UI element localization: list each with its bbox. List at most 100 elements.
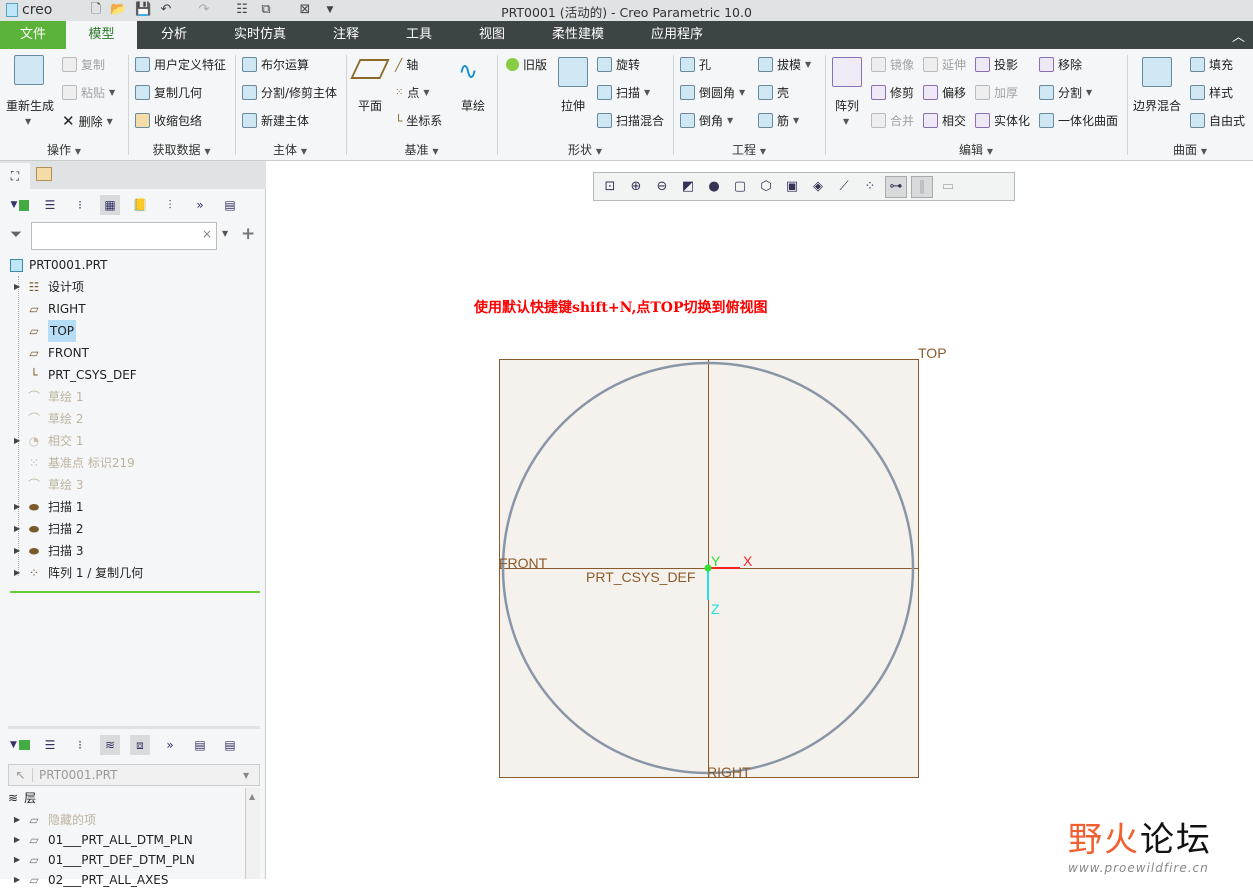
folder-browser-tab[interactable] <box>36 167 52 181</box>
shell-button[interactable]: 壳 <box>758 84 789 101</box>
udf-button[interactable]: 用户定义特征 <box>135 56 226 73</box>
collapse-all-icon[interactable]: ⁝ <box>70 195 90 215</box>
tree-root[interactable]: PRT0001.PRT <box>10 254 107 276</box>
tree-settings-icon[interactable]: 📒 <box>130 195 150 215</box>
tree-item[interactable]: ▶ ⬬ 扫描 1 <box>14 496 83 518</box>
more-icon[interactable]: » <box>190 195 210 215</box>
offset-button[interactable]: 偏移 <box>923 84 966 101</box>
sweep-button[interactable]: 扫描 ▼ <box>597 84 650 101</box>
tab-file[interactable]: 文件 <box>0 21 66 49</box>
tab-model[interactable]: 模型 <box>66 21 137 49</box>
expand-icon[interactable]: ▶ <box>14 496 20 518</box>
clear-icon[interactable]: × <box>202 227 212 241</box>
regenerate-button[interactable]: 重新生成 <box>6 97 54 114</box>
round-button[interactable]: 倒圆角 ▼ <box>680 84 745 101</box>
tree-item[interactable]: ▶ ⬬ 扫描 3 <box>14 540 83 562</box>
tree-item[interactable]: └ PRT_CSYS_DEF <box>14 364 136 386</box>
layer-root[interactable]: ≋ 层 <box>8 787 36 809</box>
style-button[interactable]: 样式 <box>1190 84 1233 101</box>
tree-item[interactable]: ▶ ☷ 设计项 <box>14 276 84 298</box>
insert-here-marker[interactable] <box>10 591 260 593</box>
delete-button[interactable]: ✕ 删除 ▼ <box>62 112 113 130</box>
group-label-editing[interactable]: 编辑 ▼ <box>825 141 1127 158</box>
plane-button[interactable]: 平面 <box>358 97 382 114</box>
split-button[interactable]: 分割 ▼ <box>1039 84 1092 101</box>
show-menu-icon[interactable]: ▼ <box>10 195 30 215</box>
point-button[interactable]: ⁙ 点 ▼ <box>395 84 430 101</box>
tree-item[interactable]: ⌒ 草绘 2 <box>14 408 83 430</box>
tree-item[interactable]: ▶ ⁘ 阵列 1 / 复制几何 <box>14 562 143 584</box>
splitter[interactable] <box>8 726 260 729</box>
revolve-button[interactable]: 旋转 <box>597 56 640 73</box>
legacy-button[interactable]: 旧版 <box>506 56 547 73</box>
csys-button[interactable]: └ 坐标系 <box>395 112 442 129</box>
mirror-button[interactable]: 镜像 <box>871 56 914 73</box>
copy-button[interactable]: 复制 <box>62 56 105 73</box>
boundary-blend-button[interactable]: 边界混合 <box>1133 97 1181 114</box>
layer-props-icon[interactable]: ⧈ <box>130 735 150 755</box>
tree-search-input[interactable] <box>31 222 217 250</box>
tree-item[interactable]: ⌒ 草绘 3 <box>14 474 83 496</box>
fill-button[interactable]: 填充 <box>1190 56 1233 73</box>
scrollbar[interactable]: ▲ <box>245 788 260 879</box>
graphics-area[interactable]: TOP FRONT RIGHT PRT_CSYS_DEF X Y Z <box>268 161 1253 879</box>
group-label-surfaces[interactable]: 曲面 ▼ <box>1127 141 1253 158</box>
chevron-down-icon[interactable]: ▼ <box>222 229 228 238</box>
sketch-button[interactable]: 草绘 <box>461 97 485 114</box>
intersect-button[interactable]: 相交 <box>923 112 966 129</box>
collapse-all-icon[interactable]: ⁝ <box>70 735 90 755</box>
trim-button[interactable]: 修剪 <box>871 84 914 101</box>
freestyle-button[interactable]: 自由式 <box>1190 112 1245 129</box>
layer-item[interactable]: ▶ ▱ 隐藏的项 <box>14 809 96 831</box>
chevron-down-icon[interactable]: ▼ <box>25 117 31 126</box>
collapse-ribbon-icon[interactable]: ︿ <box>1232 26 1245 45</box>
layer-item[interactable]: ▶ ▱ 02___PRT_ALL_AXES <box>14 869 169 891</box>
properties-icon[interactable]: ▤ <box>220 735 240 755</box>
add-icon[interactable]: + <box>241 224 255 244</box>
tree-item[interactable]: ▱ FRONT <box>14 342 89 364</box>
group-label-operations[interactable]: 操作 ▼ <box>0 141 128 158</box>
tab-flexible-modeling[interactable]: 柔性建模 <box>540 21 616 49</box>
group-label-get-data[interactable]: 获取数据 ▼ <box>128 141 235 158</box>
layer-visibility-icon[interactable]: ≋ <box>100 735 120 755</box>
pattern-button[interactable]: 阵列 <box>835 97 859 114</box>
hole-button[interactable]: 孔 <box>680 56 711 73</box>
expand-icon[interactable]: ▶ <box>14 869 20 891</box>
tab-annotate[interactable]: 注释 <box>320 21 372 49</box>
tree-item[interactable]: ▶ ◔ 相交 1 <box>14 430 83 452</box>
expand-icon[interactable]: ▶ <box>14 809 20 831</box>
expand-icon[interactable]: ▶ <box>14 276 20 298</box>
thicken-button[interactable]: 加厚 <box>975 84 1018 101</box>
expand-icon[interactable]: ▶ <box>14 849 20 871</box>
swept-blend-button[interactable]: 扫描混合 <box>597 112 664 129</box>
extend-button[interactable]: 延伸 <box>923 56 966 73</box>
tab-view[interactable]: 视图 <box>466 21 518 49</box>
layer-settings-icon[interactable]: ▤ <box>190 735 210 755</box>
group-label-datum[interactable]: 基准 ▼ <box>346 141 497 158</box>
extrude-button[interactable]: 拉伸 <box>561 97 585 114</box>
tree-columns-icon[interactable]: ▦ <box>100 195 120 215</box>
new-body-button[interactable]: 新建主体 <box>242 112 309 129</box>
boolean-button[interactable]: 布尔运算 <box>242 56 309 73</box>
tab-simulation[interactable]: 实时仿真 <box>225 21 295 49</box>
group-label-shapes[interactable]: 形状 ▼ <box>497 141 673 158</box>
layer-item[interactable]: ▶ ▱ 01___PRT_ALL_DTM_PLN <box>14 829 193 851</box>
filter-icon[interactable]: ⏷ <box>10 225 22 243</box>
tree-item[interactable]: ▶ ⬬ 扫描 2 <box>14 518 83 540</box>
solidify-button[interactable]: 实体化 <box>975 112 1030 129</box>
tree-item[interactable]: ▱ TOP <box>14 320 77 342</box>
tree-item[interactable]: ⌒ 草绘 1 <box>14 386 83 408</box>
tab-applications[interactable]: 应用程序 <box>640 21 714 49</box>
chamfer-button[interactable]: 倒角 ▼ <box>680 112 733 129</box>
tree-item[interactable]: ▱ RIGHT <box>14 298 85 320</box>
expand-icon[interactable]: ▶ <box>14 562 20 584</box>
merge-button[interactable]: 合并 <box>871 112 914 129</box>
scroll-up-icon[interactable]: ▲ <box>249 792 255 801</box>
expand-icon[interactable]: ▶ <box>14 829 20 851</box>
project-button[interactable]: 投影 <box>975 56 1018 73</box>
expand-all-icon[interactable]: ☰ <box>40 195 60 215</box>
tree-item[interactable]: ⁙ 基准点 标识219 <box>14 452 135 474</box>
model-tree-tab[interactable]: ⛶ <box>0 163 30 189</box>
axis-button[interactable]: ╱ 轴 <box>395 56 418 73</box>
group-label-body[interactable]: 主体 ▼ <box>235 141 345 158</box>
